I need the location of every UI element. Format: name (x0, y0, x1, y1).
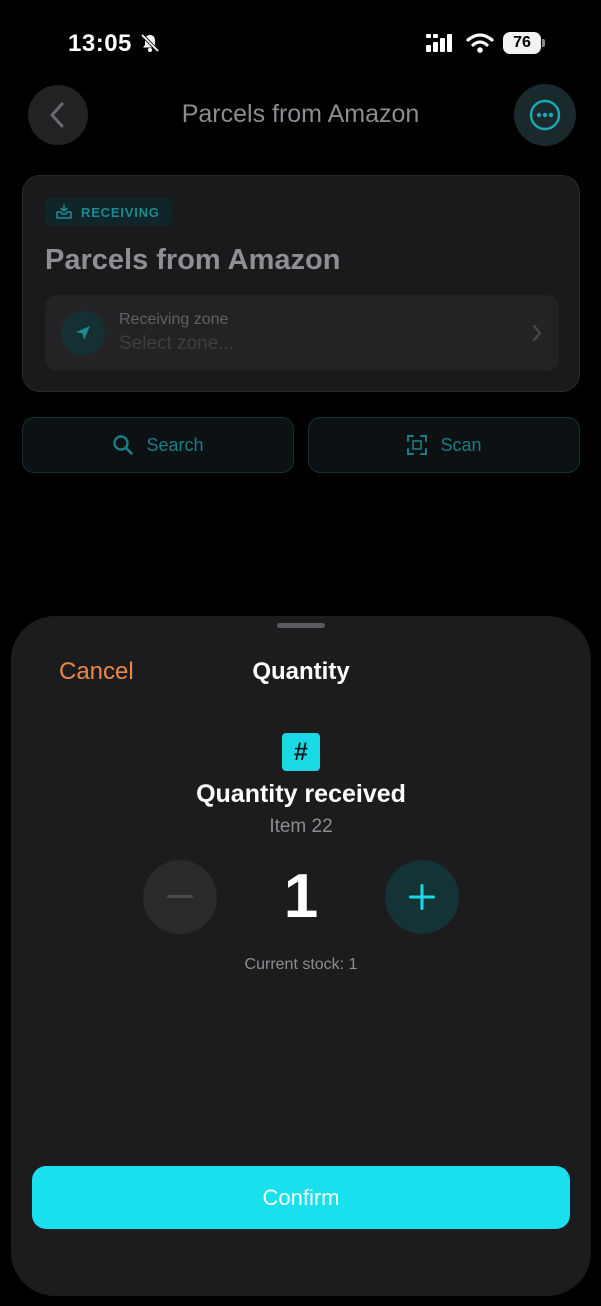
current-stock: Current stock: 1 (244, 956, 358, 973)
more-options-button[interactable] (514, 84, 576, 146)
ellipsis-circle-icon (529, 99, 561, 131)
scan-button[interactable]: Scan (308, 417, 580, 473)
receiving-zone-selector[interactable]: Receiving zone Select zone... (45, 295, 559, 371)
quantity-value: 1 (283, 862, 319, 931)
badge-label: RECEIVING (81, 204, 160, 220)
quantity-heading: Quantity received (196, 780, 406, 808)
confirm-button[interactable]: Confirm (32, 1166, 570, 1229)
item-name: Item 22 (269, 816, 333, 837)
hash-icon: # (282, 733, 320, 771)
scan-label: Scan (440, 434, 482, 455)
card-title: Parcels from Amazon (45, 244, 341, 276)
location-arrow-icon (61, 311, 105, 355)
status-badge: RECEIVING (45, 198, 172, 226)
sheet-grabber[interactable] (277, 623, 325, 628)
chevron-right-icon (532, 324, 542, 342)
increment-button[interactable] (385, 860, 459, 934)
receiving-card: RECEIVING Parcels from Amazon Receiving … (22, 175, 580, 392)
search-label: Search (146, 434, 204, 455)
quantity-sheet: Cancel Quantity # Quantity received Item… (11, 616, 591, 1296)
zone-value: Select zone... (119, 333, 235, 354)
page-title: Parcels from Amazon (181, 100, 420, 128)
search-icon (113, 435, 134, 455)
plus-icon (409, 884, 435, 910)
inbox-tray-icon (56, 204, 72, 219)
search-button[interactable]: Search (22, 417, 294, 473)
sheet-title: Quantity (252, 658, 350, 685)
scan-icon (407, 435, 428, 455)
zone-label: Receiving zone (119, 311, 229, 328)
